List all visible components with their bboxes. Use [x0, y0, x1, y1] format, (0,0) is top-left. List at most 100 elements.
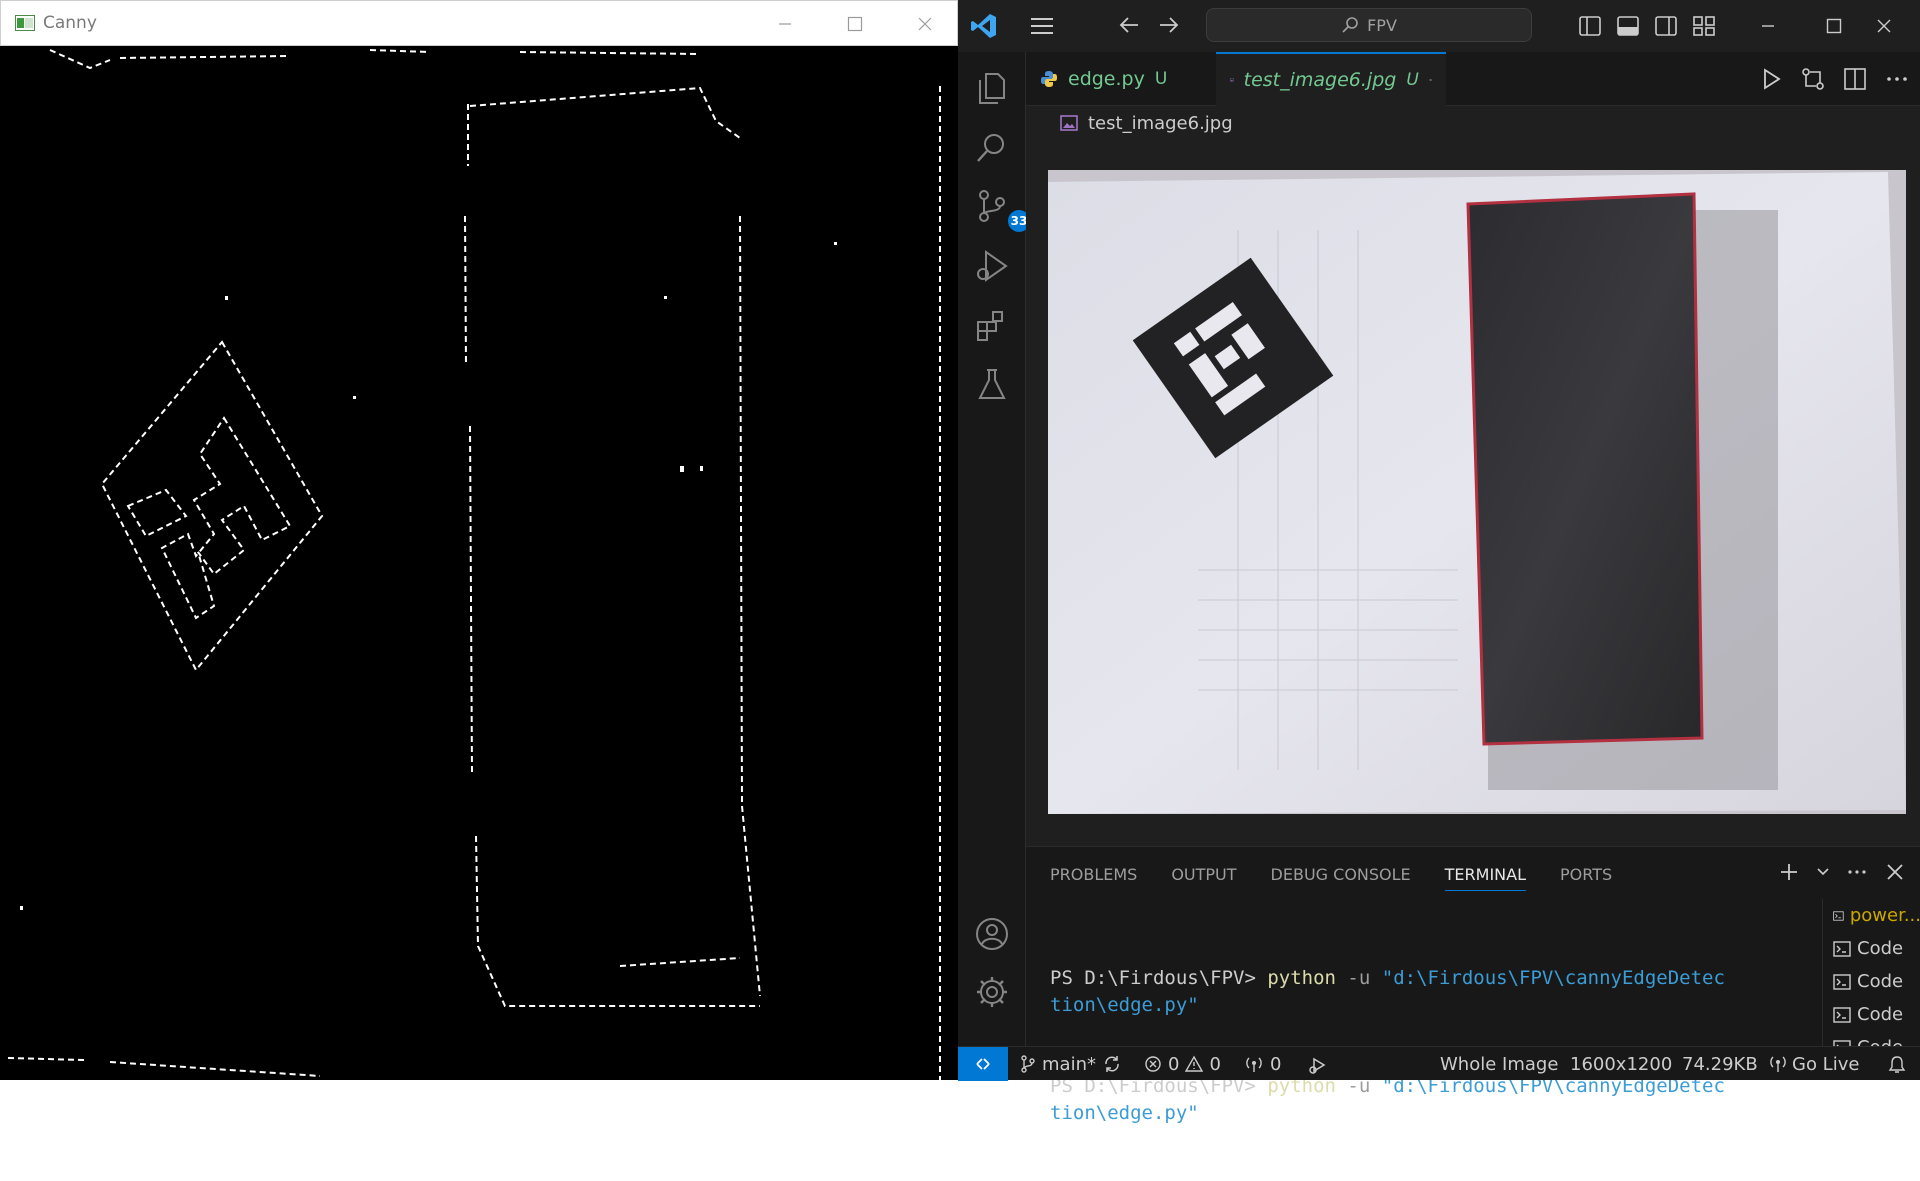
terminal-item-powershell[interactable]: power... [1823, 899, 1920, 932]
activity-bar: 33 [958, 52, 1030, 1046]
search-icon[interactable] [974, 130, 1010, 166]
canny-maximize-button[interactable] [835, 9, 875, 39]
bottom-panel: PROBLEMS OUTPUT DEBUG CONSOLE TERMINAL P… [1026, 846, 1920, 1124]
image-preview[interactable] [1048, 170, 1906, 814]
command-center-search[interactable]: FPV [1206, 8, 1532, 42]
more-actions-icon[interactable] [1846, 861, 1868, 883]
new-terminal-icon[interactable] [1778, 861, 1800, 883]
problems-indicator[interactable]: 0 0 [1144, 1047, 1221, 1081]
vscode-logo-icon [971, 14, 996, 38]
terminal-item-label: Code [1857, 971, 1904, 992]
run-and-debug-icon[interactable] [974, 248, 1010, 284]
toggle-panel-icon[interactable] [1616, 14, 1640, 38]
terminal-command: python [1267, 967, 1336, 989]
git-branch-icon [1021, 1055, 1035, 1073]
terminal-item-label: Code [1857, 938, 1904, 959]
toggle-secondary-sidebar-icon[interactable] [1654, 14, 1678, 38]
branch-label: main* [1042, 1053, 1096, 1075]
notifications-bell-icon[interactable] [1888, 1055, 1906, 1075]
go-live-button[interactable]: Go Live [1770, 1047, 1859, 1081]
command-center-label: FPV [1367, 15, 1397, 35]
settings-gear-icon[interactable] [974, 974, 1010, 1010]
image-file-size: 74.29KB [1682, 1053, 1758, 1075]
python-file-icon [1041, 71, 1057, 87]
account-icon[interactable] [974, 916, 1010, 952]
search-icon [1342, 17, 1358, 33]
tab-edge-py[interactable]: edge.py U [1026, 52, 1206, 106]
terminal-icon [1833, 910, 1844, 921]
minimize-icon [1762, 25, 1774, 27]
canny-minimize-button[interactable] [765, 9, 805, 39]
source-control-button[interactable]: 33 [974, 188, 1030, 232]
terminal-item-code[interactable]: Code [1823, 998, 1920, 1031]
editor-tabs: edge.py U test_image6.jpg U [1026, 52, 1920, 106]
vscode-minimize-button[interactable] [1748, 10, 1788, 42]
menu-icon[interactable] [1028, 14, 1056, 38]
untracked-indicator: U [1154, 69, 1168, 89]
terminal-icon [1833, 940, 1851, 957]
sync-icon[interactable] [1102, 1054, 1122, 1074]
image-dimensions: 1600x1200 [1570, 1053, 1673, 1075]
panel-tab-ports[interactable]: PORTS [1560, 865, 1612, 891]
panel-actions [1778, 861, 1906, 883]
image-zoom-mode[interactable]: Whole Image [1440, 1047, 1558, 1081]
terminal-flag: -u [1335, 967, 1382, 989]
terminal-item-label: power... [1849, 905, 1920, 926]
panel-tab-output[interactable]: OUTPUT [1171, 865, 1236, 891]
branch-indicator[interactable]: main* [1020, 1047, 1096, 1081]
terminal-item-label: Code [1857, 1004, 1904, 1025]
close-panel-icon[interactable] [1884, 861, 1906, 883]
close-icon [1877, 19, 1891, 33]
error-count: 0 [1168, 1053, 1180, 1075]
breadcrumb[interactable]: test_image6.jpg [1060, 108, 1233, 138]
terminal-item-code[interactable]: Code [1823, 965, 1920, 998]
remote-indicator[interactable] [958, 1047, 1008, 1081]
canny-window-title: Canny [43, 13, 97, 33]
customize-layout-icon[interactable] [1692, 14, 1716, 38]
canny-titlebar[interactable]: Canny [0, 0, 958, 46]
broadcast-icon [1770, 1056, 1786, 1072]
canny-close-button[interactable] [905, 9, 945, 39]
extensions-icon[interactable] [974, 308, 1010, 344]
image-file-icon [1060, 115, 1078, 131]
close-icon [918, 17, 932, 31]
chevron-down-icon[interactable] [1816, 861, 1830, 883]
vscode-maximize-button[interactable] [1814, 10, 1854, 42]
terminal-item-code[interactable]: Code [1823, 932, 1920, 965]
terminal-item-code[interactable]: Code [1823, 1031, 1920, 1047]
open-changes-icon[interactable] [1800, 66, 1826, 92]
terminal-list: power... Code Code Code Code [1822, 899, 1920, 1047]
debug-launch-icon[interactable] [1308, 1055, 1328, 1075]
go-live-label: Go Live [1792, 1053, 1860, 1075]
forward-arrow-icon[interactable] [1156, 12, 1182, 38]
split-editor-icon[interactable] [1842, 66, 1868, 92]
testing-flask-icon[interactable] [974, 366, 1010, 402]
broadcast-icon [1246, 1057, 1262, 1072]
ports-indicator[interactable]: 0 [1244, 1047, 1281, 1081]
panel-tab-problems[interactable]: PROBLEMS [1050, 865, 1137, 891]
close-tab-icon[interactable] [1429, 72, 1432, 88]
breadcrumb-file: test_image6.jpg [1088, 112, 1233, 134]
explorer-icon[interactable] [974, 70, 1010, 106]
tab-label: test_image6.jpg [1243, 69, 1397, 91]
panel-tabs: PROBLEMS OUTPUT DEBUG CONSOLE TERMINAL P… [1050, 865, 1612, 891]
toggle-primary-sidebar-icon[interactable] [1578, 14, 1602, 38]
more-actions-icon[interactable] [1884, 66, 1910, 92]
vscode-window: FPV 33 edge.py U test_image6.jpg U test_… [958, 0, 1920, 1124]
canny-window: Canny [0, 0, 958, 1080]
panel-tab-debug-console[interactable]: DEBUG CONSOLE [1271, 865, 1411, 891]
edge-lines [7, 49, 941, 1080]
warning-count: 0 [1209, 1053, 1221, 1075]
panel-tab-terminal[interactable]: TERMINAL [1444, 865, 1527, 891]
maximize-icon [847, 16, 863, 32]
back-arrow-icon[interactable] [1116, 12, 1142, 38]
ports-count: 0 [1270, 1053, 1282, 1075]
tab-test-image6[interactable]: test_image6.jpg U [1216, 52, 1446, 106]
status-bar: main* 0 0 0 Whole Image 1600x1200 74.29K… [958, 1046, 1920, 1081]
run-icon[interactable] [1758, 66, 1784, 92]
vscode-close-button[interactable] [1864, 10, 1904, 42]
minimize-icon [779, 23, 791, 25]
warning-icon [1185, 1055, 1204, 1072]
terminal-prompt: PS D:\Firdous\FPV> [1050, 967, 1268, 989]
editor-actions [1758, 66, 1910, 92]
